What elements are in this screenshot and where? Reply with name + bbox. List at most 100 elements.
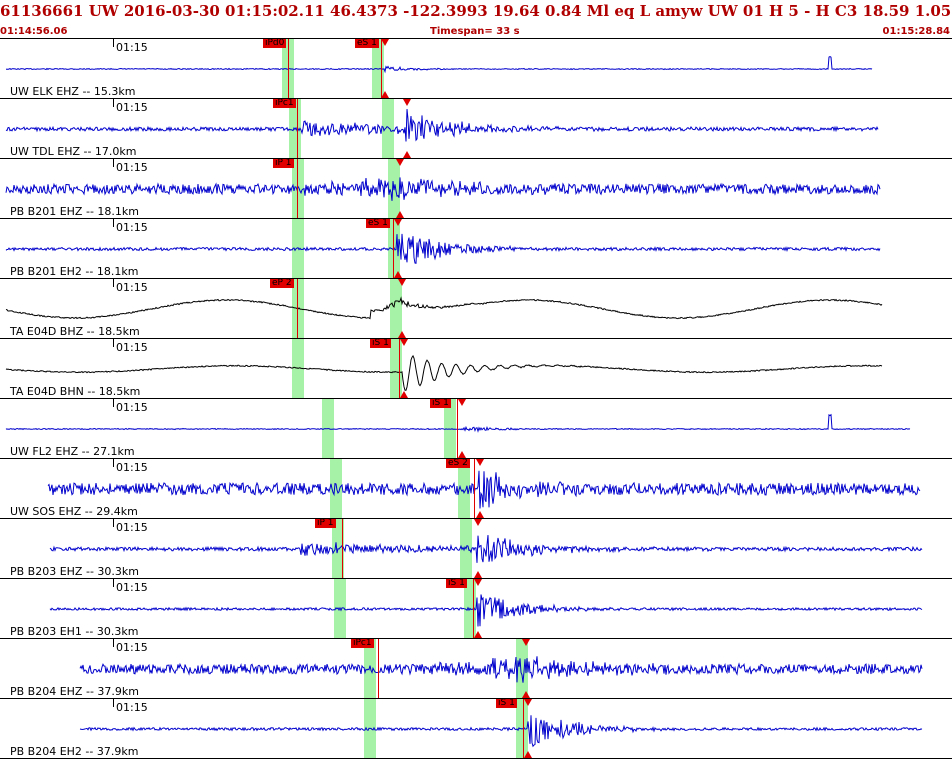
waveform-panel[interactable]: iPc1 01:15 PB B204 EHZ -- 37.9km: [0, 639, 952, 699]
time-tick-label: 01:15: [116, 221, 148, 234]
theoretical-arrival-marker-top: [403, 99, 411, 106]
theoretical-arrival-marker-top: [474, 579, 482, 586]
time-tick: [113, 519, 114, 527]
time-tick: [113, 459, 114, 467]
phase-pick-line[interactable]: [297, 99, 298, 158]
channel-label: TA E04D BHN -- 18.5km: [10, 385, 141, 398]
time-tick-label: 01:15: [116, 281, 148, 294]
time-tick: [113, 279, 114, 287]
theoretical-arrival-marker-top: [396, 159, 404, 166]
waveform-panel[interactable]: iS 1 01:15 PB B203 EH1 -- 30.3km: [0, 579, 952, 639]
waveform-panel[interactable]: iP 1 01:15 PB B203 EHZ -- 30.3km: [0, 519, 952, 579]
time-tick-label: 01:15: [116, 101, 148, 114]
time-tick: [113, 219, 114, 227]
phase-pick-label[interactable]: iP 1: [273, 159, 294, 168]
theoretical-arrival-marker-top: [458, 399, 466, 406]
theoretical-arrival-marker-bottom: [522, 691, 530, 698]
waveform-panels: iPd0 eS 1 01:15 UW ELK EHZ -- 15.3km iPc1 01:…: [0, 39, 952, 760]
theoretical-arrival-marker-bottom: [474, 631, 482, 638]
theoretical-arrival-marker-top: [524, 699, 532, 706]
phase-pick-line[interactable]: [399, 339, 400, 398]
theoretical-arrival-marker-bottom: [524, 751, 532, 758]
channel-label: PB B201 EH2 -- 18.1km: [10, 265, 139, 278]
waveform-panel[interactable]: iS 1 01:15 TA E04D BHN -- 18.5km: [0, 339, 952, 399]
theoretical-arrival-marker-top: [398, 279, 406, 286]
phase-pick-label[interactable]: eS 1: [366, 219, 390, 228]
time-tick-label: 01:15: [116, 461, 148, 474]
channel-label: PB B203 EH1 -- 30.3km: [10, 625, 139, 638]
phase-pick-label[interactable]: eS 2: [446, 459, 470, 468]
phase-pick-line[interactable]: [288, 39, 289, 98]
waveform-panel[interactable]: eS 1 01:15 PB B201 EH2 -- 18.1km: [0, 219, 952, 279]
phase-pick-line[interactable]: [342, 519, 343, 578]
channel-label: UW TDL EHZ -- 17.0km: [10, 145, 137, 158]
theoretical-arrival-marker-bottom: [396, 211, 404, 218]
channel-label: PB B201 EHZ -- 18.1km: [10, 205, 139, 218]
channel-label: PB B203 EHZ -- 30.3km: [10, 565, 139, 578]
theoretical-arrival-marker-bottom: [381, 91, 389, 98]
theoretical-arrival-marker-top: [394, 219, 402, 226]
phase-pick-label[interactable]: iPd0: [263, 39, 287, 48]
waveform-panel[interactable]: eS 2 01:15 UW SOS EHZ -- 29.4km: [0, 459, 952, 519]
theoretical-arrival-marker-top: [522, 639, 530, 646]
phase-pick-label[interactable]: iS 1: [496, 699, 517, 708]
phase-pick-line[interactable]: [378, 639, 379, 698]
waveform-panel[interactable]: iS 1 01:15 UW FL2 EHZ -- 27.1km: [0, 399, 952, 459]
time-tick-label: 01:15: [116, 41, 148, 54]
time-tick-label: 01:15: [116, 521, 148, 534]
waveform-panel[interactable]: iPc1 01:15 UW TDL EHZ -- 17.0km: [0, 99, 952, 159]
phase-pick-line[interactable]: [523, 699, 524, 758]
time-tick: [113, 399, 114, 407]
phase-pick-label[interactable]: iS 1: [370, 339, 391, 348]
phase-pick-label[interactable]: iPc1: [351, 639, 374, 648]
phase-pick-label[interactable]: eP 2: [270, 279, 294, 288]
theoretical-arrival-marker-bottom: [394, 271, 402, 278]
phase-pick-line[interactable]: [297, 159, 298, 218]
theoretical-arrival-marker-top: [474, 519, 482, 526]
trace-line: [47, 470, 921, 509]
event-summary-title: 61136661 UW 2016-03-30 01:15:02.11 46.43…: [0, 2, 952, 20]
phase-pick-label[interactable]: iPc1: [273, 99, 296, 108]
channel-label: UW ELK EHZ -- 15.3km: [10, 85, 136, 98]
waveform-panel[interactable]: iPd0 eS 1 01:15 UW ELK EHZ -- 15.3km: [0, 39, 952, 99]
time-tick: [113, 39, 114, 47]
time-tick: [113, 159, 114, 167]
phase-pick-line[interactable]: [381, 39, 382, 98]
waveform-panel[interactable]: iP 1 01:15 PB B201 EHZ -- 18.1km: [0, 159, 952, 219]
phase-pick-label[interactable]: iS 1: [430, 399, 451, 408]
trace-line: [79, 656, 923, 683]
trace-line: [5, 233, 881, 264]
phase-pick-line[interactable]: [473, 579, 474, 638]
time-tick: [113, 639, 114, 647]
phase-pick-line[interactable]: [297, 279, 298, 338]
channel-label: PB B204 EH2 -- 37.9km: [10, 745, 139, 758]
time-tick-label: 01:15: [116, 581, 148, 594]
theoretical-arrival-marker-bottom: [400, 391, 408, 398]
phase-pick-line[interactable]: [393, 219, 394, 278]
trace-line: [5, 56, 873, 74]
trace-line: [79, 715, 923, 748]
trace-line: [5, 413, 911, 433]
waveform-panel[interactable]: eP 2 01:15 TA E04D BHZ -- 18.5km: [0, 279, 952, 339]
theoretical-arrival-marker-top: [400, 339, 408, 346]
time-tick-label: 01:15: [116, 401, 148, 414]
time-tick: [113, 339, 114, 347]
end-time: 01:15:28.84: [882, 26, 950, 37]
phase-pick-label[interactable]: iS 1: [446, 579, 467, 588]
phase-pick-label[interactable]: iP 1: [315, 519, 336, 528]
trace-line: [49, 594, 923, 627]
time-tick-label: 01:15: [116, 641, 148, 654]
phase-pick-line[interactable]: [474, 459, 475, 518]
theoretical-arrival-marker-bottom: [403, 151, 411, 158]
theoretical-arrival-marker-top: [381, 39, 389, 46]
channel-label: UW SOS EHZ -- 29.4km: [10, 505, 138, 518]
time-tick-label: 01:15: [116, 161, 148, 174]
phase-pick-line[interactable]: [457, 399, 458, 458]
phase-pick-label[interactable]: eS 1: [355, 39, 379, 48]
time-tick: [113, 579, 114, 587]
start-time: 01:14:56.06: [0, 26, 68, 37]
channel-label: PB B204 EHZ -- 37.9km: [10, 685, 139, 698]
waveform-panel[interactable]: iS 1 01:15 PB B204 EH2 -- 37.9km: [0, 699, 952, 759]
theoretical-arrival-marker-bottom: [474, 571, 482, 578]
timespan-readout: Timespan= 33 s: [430, 26, 520, 37]
